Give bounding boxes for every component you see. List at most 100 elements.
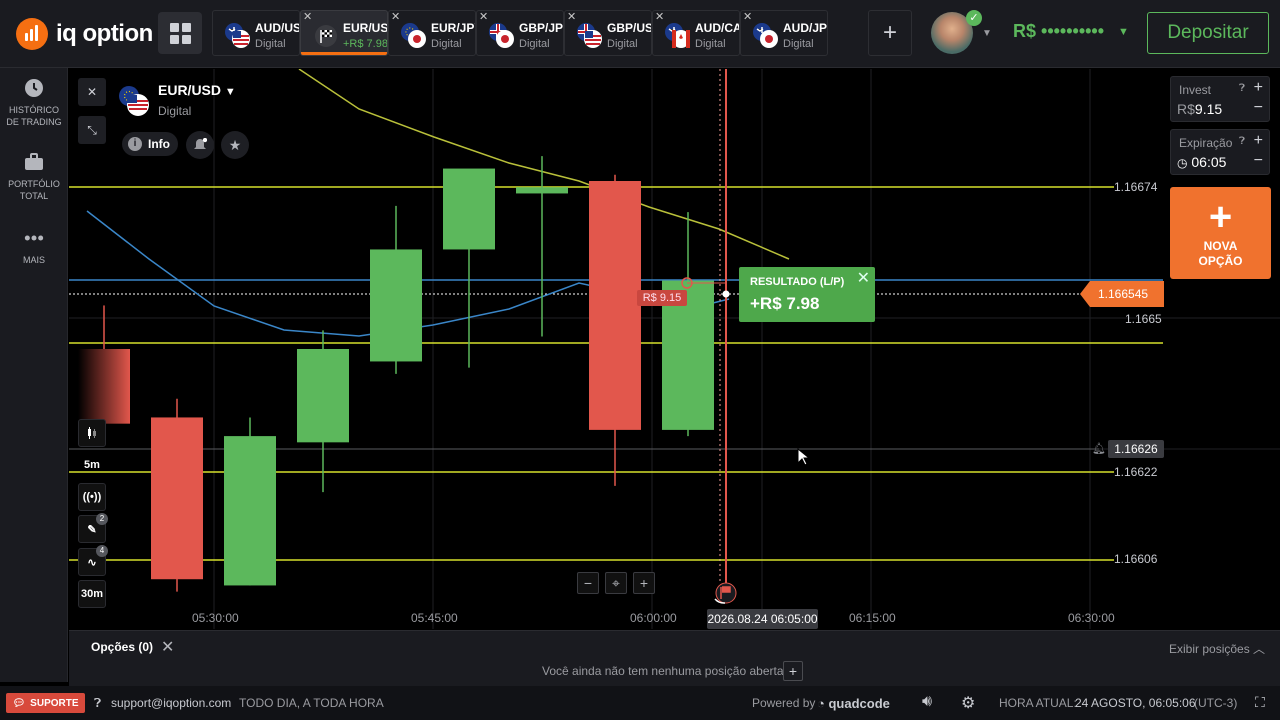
favorite-star-icon[interactable]: ★ — [221, 131, 249, 159]
time-axis-label: 06:00:00 — [630, 611, 677, 625]
invest-amount: 9.15 — [1194, 101, 1223, 117]
avatar-dropdown-icon[interactable]: ▼ — [982, 28, 992, 39]
increase-expiry-button[interactable]: + — [1254, 132, 1263, 150]
verified-check-icon: ✓ — [966, 10, 982, 26]
quadcode-icon: ◔ — [817, 696, 825, 711]
bullish-candle — [443, 168, 495, 250]
balance-dropdown-icon[interactable]: ▼ — [1118, 26, 1129, 38]
options-tab[interactable]: Opções (0) — [91, 640, 153, 654]
tab-aud-jpy[interactable]: ✕ AUD/JPY Digital — [740, 10, 828, 56]
brand-name: iq option — [56, 20, 153, 47]
profit-value: +R$ 7.98 — [750, 294, 820, 313]
expiration-field[interactable]: Expiração ❓︎ + − ◷ 06:05 — [1170, 129, 1270, 175]
briefcase-icon — [25, 153, 43, 170]
close-tab-icon[interactable]: ✕ — [479, 11, 488, 23]
tab-gbp-jpy[interactable]: ✕ GBP/JPY Digital — [476, 10, 564, 56]
add-asset-tab-button[interactable]: + — [868, 10, 912, 56]
candles — [78, 156, 714, 592]
notification-bell-icon[interactable] — [186, 131, 214, 159]
support-email[interactable]: support@iqoption.com — [111, 696, 231, 710]
asset-flag-icon — [118, 85, 150, 117]
sidebar-item-trading-history[interactable]: HISTÓRICO DE TRADING — [0, 78, 68, 128]
increase-invest-button[interactable]: + — [1254, 79, 1263, 97]
bearish-candle — [78, 349, 130, 424]
time-axis-label: 05:30:00 — [192, 611, 239, 625]
zoom-out-button[interactable]: − — [577, 572, 599, 594]
brand-logo[interactable]: iq option — [16, 18, 153, 50]
volume-icon[interactable]: 🔊︎ — [922, 693, 932, 711]
decrease-expiry-button[interactable]: − — [1254, 152, 1263, 170]
price-level-label: 1.16606 — [1114, 552, 1158, 566]
close-tab-icon[interactable]: ✕ — [567, 11, 576, 23]
deposit-button[interactable]: Depositar — [1147, 12, 1269, 54]
mouse-cursor-icon — [797, 448, 809, 466]
bullish-candle — [516, 187, 568, 194]
plus-icon: + — [1208, 195, 1233, 239]
tab-aud-cad[interactable]: ✕ AUD/CAD Digital — [652, 10, 740, 56]
trade-amount-tag: R$ 9.15 — [637, 290, 687, 306]
close-tab-icon[interactable]: ✕ — [303, 11, 312, 23]
fullscreen-icon[interactable]: ⛶ — [1255, 694, 1265, 711]
bullish-candle — [297, 349, 349, 443]
support-hours: TODO DIA, A TODA HORA — [239, 696, 384, 710]
new-option-button[interactable]: + NOVA OPÇÃO — [1170, 187, 1271, 279]
close-options-icon[interactable]: ✕ — [161, 637, 174, 657]
drawing-count-badge: 2 — [96, 513, 108, 525]
price-level-label: 1.16622 — [1114, 465, 1158, 479]
close-tab-icon[interactable]: ✕ — [743, 11, 752, 23]
close-result-icon[interactable]: ✕ — [857, 268, 870, 288]
clock-icon — [25, 79, 43, 97]
current-time-label: HORA ATUAL: — [999, 696, 1077, 710]
clock-icon: ◷ — [1177, 156, 1188, 170]
close-tab-icon[interactable]: ✕ — [655, 11, 664, 23]
settings-gear-icon[interactable]: ⚙ — [961, 693, 975, 713]
quadcode-logo[interactable]: ◔ quadcode — [817, 696, 890, 711]
indicator-count-badge: 4 — [96, 545, 108, 557]
sidebar-item-total-portfolio[interactable]: PORTFÓLIO TOTAL — [0, 152, 68, 202]
account-balance[interactable]: R$ •••••••••• — [1013, 21, 1104, 42]
tab-gbp-usd[interactable]: ✕ GBP/USD Digital — [564, 10, 652, 56]
add-position-button[interactable]: + — [783, 661, 803, 681]
help-icon[interactable]: ❓︎ — [1239, 136, 1245, 147]
decrease-invest-button[interactable]: − — [1254, 99, 1263, 117]
collapse-icon[interactable]: ⤡ — [78, 116, 106, 144]
support-button[interactable]: 💬︎ SUPORTE — [6, 693, 85, 713]
sidebar-item-more[interactable]: MAIS — [0, 228, 68, 266]
alert-bell-icon[interactable]: 🔔︎ — [1092, 442, 1106, 455]
alert-price-tag[interactable]: 1.16626 — [1108, 440, 1164, 458]
center-chart-button[interactable]: ⌖ — [605, 572, 627, 594]
gb-jp-flag-icon — [489, 23, 514, 48]
close-chart-button[interactable]: ✕ — [78, 78, 106, 106]
bearish-candle — [151, 417, 203, 580]
price-chart[interactable] — [69, 69, 1280, 629]
candlestick-icon — [88, 427, 96, 439]
timeframe-button[interactable]: 5m — [78, 451, 106, 479]
asset-dropdown-icon[interactable]: ▼ — [225, 86, 236, 98]
show-positions-button[interactable]: Exibir posições ︿ — [1169, 640, 1265, 657]
time-scale-button[interactable]: 30m — [78, 580, 106, 608]
asset-type: Digital — [158, 104, 192, 118]
bullish-candle — [370, 249, 422, 362]
bullish-candle — [224, 436, 276, 586]
tab-eur-jpy[interactable]: ✕ EUR/JPY Digital — [388, 10, 476, 56]
top-bar: iq option AUD/USD Digital ✕ EUR/USD +R$ … — [0, 0, 1280, 68]
close-tab-icon[interactable]: ✕ — [391, 11, 400, 23]
chart-canvas — [69, 69, 1280, 629]
current-price-dot — [722, 290, 730, 298]
signals-button[interactable]: ((•)) — [78, 483, 106, 511]
chart-type-button[interactable] — [78, 419, 106, 447]
all-assets-button[interactable] — [158, 12, 202, 54]
gb-us-flag-icon — [577, 23, 602, 48]
tab-eur-usd[interactable]: ✕ EUR/USD +R$ 7.98 — [300, 10, 388, 56]
chat-icon: 💬︎ — [12, 697, 26, 709]
asset-name[interactable]: EUR/USD ▼ — [158, 82, 236, 98]
au-ca-flag-icon — [665, 23, 690, 48]
tab-aud-usd[interactable]: AUD/USD Digital — [212, 10, 300, 56]
invest-field[interactable]: Invest ❓︎ + − R$9.15 — [1170, 76, 1270, 122]
zoom-in-button[interactable]: + — [633, 572, 655, 594]
time-axis-label: 06:15:00 — [849, 611, 896, 625]
info-button[interactable]: i Info — [122, 132, 178, 156]
help-icon[interactable]: ❓︎ — [1239, 83, 1245, 94]
trade-result-card[interactable]: RESULTADO (L/P) +R$ 7.98 ✕ — [739, 267, 875, 322]
current-price-tag: 1.166545 — [1080, 281, 1164, 307]
